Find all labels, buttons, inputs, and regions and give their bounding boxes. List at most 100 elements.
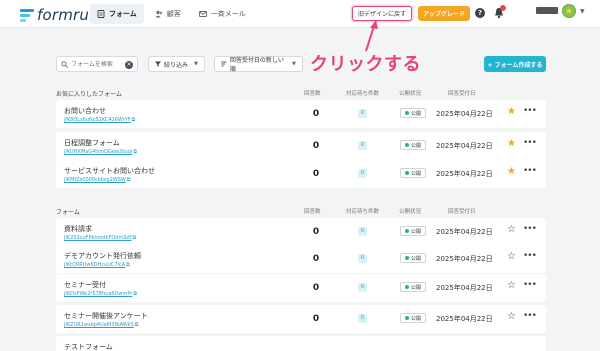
pending-count-badge[interactable]: 0 bbox=[358, 169, 367, 178]
pending-count-badge[interactable]: 0 bbox=[358, 254, 367, 263]
pending-count-badge[interactable]: 0 bbox=[358, 227, 367, 236]
external-link-icon[interactable]: ⧉ bbox=[133, 149, 137, 155]
response-date: 2025年04月22日 bbox=[436, 315, 493, 323]
star-icon[interactable]: ★ bbox=[507, 167, 516, 177]
table-row[interactable]: 資料請求 jIK2S3cuFPkhmdkFQdmSdf⧉ 0 0 公開 2025年04月2… bbox=[56, 218, 546, 246]
external-link-icon[interactable]: ⧉ bbox=[132, 235, 136, 241]
star-icon[interactable]: ☆ bbox=[507, 281, 516, 291]
table-row[interactable]: テストフォーム bbox=[56, 336, 546, 351]
search-input[interactable] bbox=[71, 60, 129, 68]
response-date: 2025年04月22日 bbox=[436, 110, 493, 118]
form-link[interactable]: jIKMfZz0000ckbsg2WSW⧉ bbox=[64, 177, 130, 183]
form-name[interactable]: テストフォーム bbox=[64, 342, 113, 351]
status-dot-icon bbox=[405, 316, 409, 320]
table-row[interactable]: お問い合わせ jIK8QLz6uNc52KC426WrYF⧉ 0 0 公開 2025年04… bbox=[56, 100, 546, 128]
status-label: 公開 bbox=[411, 170, 422, 177]
more-options-icon[interactable]: ••• bbox=[523, 138, 537, 148]
form-name[interactable]: デモアカウント発行依頼 bbox=[64, 251, 141, 261]
star-icon[interactable]: ☆ bbox=[507, 312, 516, 322]
response-count: 0 bbox=[312, 283, 320, 293]
table-row[interactable]: セミナー開催後アンケート jIKZUR1wsbp4UaM3TeAWkS⧉ 0 0 公開 2… bbox=[56, 305, 546, 333]
more-options-icon[interactable]: ••• bbox=[523, 251, 537, 261]
filter-label: 絞り込み bbox=[164, 61, 189, 69]
response-count: 0 bbox=[312, 169, 320, 179]
help-icon[interactable]: ? bbox=[475, 8, 485, 18]
tab-forms[interactable]: フォーム bbox=[90, 4, 144, 24]
create-form-button[interactable]: + フォーム作成する bbox=[484, 56, 546, 72]
pending-count-badge[interactable]: 0 bbox=[358, 283, 367, 292]
table-row[interactable]: サービスサイトお問い合わせ jIKMfZz0000ckbsg2WSW⧉ 0 0 公開 20… bbox=[56, 160, 546, 188]
form-link-text[interactable]: jIK2S3cuFPkhmdkFQdmSdf bbox=[64, 235, 131, 241]
more-options-icon[interactable]: ••• bbox=[523, 280, 537, 290]
form-link-text[interactable]: jIKZUR1wsbp4UaM3TeAWkS bbox=[64, 322, 134, 328]
form-link[interactable]: jIKUHXMaG4ttmOGew2ksqi⧉ bbox=[64, 149, 137, 155]
star-icon[interactable]: ★ bbox=[507, 139, 516, 149]
more-options-icon[interactable]: ••• bbox=[523, 224, 537, 234]
external-link-icon[interactable]: ⧉ bbox=[133, 291, 137, 297]
form-link-text[interactable]: jIKUHXMaG4ttmOGew2ksqi bbox=[64, 149, 132, 155]
status-label: 公開 bbox=[411, 110, 422, 117]
form-link[interactable]: jIK8QLz6uNc52KC426WrYF⧉ bbox=[64, 117, 135, 123]
external-link-icon[interactable]: ⧉ bbox=[132, 117, 136, 123]
response-date: 2025年04月22日 bbox=[436, 284, 493, 292]
status-dot-icon bbox=[405, 143, 409, 147]
upgrade-button[interactable]: アップグレード bbox=[418, 6, 471, 21]
col-responses-header: 回答数 bbox=[304, 91, 321, 97]
form-link-text[interactable]: jIKDsFWe2r578hua6DwmPr bbox=[64, 291, 132, 297]
form-link[interactable]: jIKDsFWe2r578hua6DwmPr⧉ bbox=[64, 291, 137, 297]
pending-count-badge[interactable]: 0 bbox=[358, 109, 367, 118]
form-link-text[interactable]: jIK8QLz6uNc52KC426WrYF bbox=[64, 117, 131, 123]
main-nav: フォーム 顧客 一斉メール bbox=[90, 4, 253, 24]
col-pending-header: 対応待ち件数 bbox=[346, 91, 380, 97]
star-icon[interactable]: ★ bbox=[507, 107, 516, 117]
external-link-icon[interactable]: ⧉ bbox=[135, 322, 139, 328]
response-count: 0 bbox=[312, 227, 320, 237]
search-box[interactable]: × bbox=[56, 56, 138, 72]
status-dot-icon bbox=[405, 285, 409, 289]
table-row[interactable]: 日程調整フォーム jIKUHXMaG4ttmOGew2ksqi⧉ 0 0 公開 2025年… bbox=[56, 132, 546, 160]
pending-count-badge[interactable]: 0 bbox=[358, 314, 367, 323]
col-pending-header: 対応待ち件数 bbox=[346, 209, 380, 215]
form-link[interactable]: jIKZUR1wsbp4UaM3TeAWkS⧉ bbox=[64, 322, 138, 328]
form-link[interactable]: jIK2S3cuFPkhmdkFQdmSdf⧉ bbox=[64, 235, 136, 241]
form-link-text[interactable]: jIKMfZz0000ckbsg2WSW bbox=[64, 177, 126, 183]
tab-forms-label: フォーム bbox=[109, 10, 137, 18]
filter-button[interactable]: 絞り込み ▼ bbox=[148, 56, 205, 72]
status-badge: 公開 bbox=[400, 108, 427, 118]
old-design-button[interactable]: 旧デザインに戻す bbox=[352, 6, 413, 21]
status-label: 公開 bbox=[411, 255, 422, 262]
forms-section-label: フォーム bbox=[56, 209, 80, 216]
form-name[interactable]: セミナー開催後アンケート bbox=[64, 311, 148, 321]
tab-mail[interactable]: 一斉メール bbox=[192, 4, 253, 24]
more-options-icon[interactable]: ••• bbox=[523, 166, 537, 176]
formrun-logo[interactable]: formrun bbox=[20, 6, 99, 24]
chevron-down-icon[interactable]: ▼ bbox=[580, 8, 585, 15]
more-options-icon[interactable]: ••• bbox=[523, 106, 537, 116]
sort-select[interactable]: 回答受付日の新しい順 ▼ bbox=[214, 56, 303, 73]
form-link-text[interactable]: jIKtQ9RUwKDHcuUC7lcA bbox=[64, 262, 125, 268]
col-responses-header: 回答数 bbox=[304, 209, 321, 215]
user-name[interactable] bbox=[536, 7, 558, 14]
status-label: 公開 bbox=[411, 315, 422, 322]
form-name[interactable]: お問い合わせ bbox=[64, 106, 106, 116]
form-name[interactable]: 日程調整フォーム bbox=[64, 138, 120, 148]
form-name[interactable]: サービスサイトお問い合わせ bbox=[64, 166, 155, 176]
clear-icon[interactable]: × bbox=[125, 60, 133, 69]
form-name[interactable]: 資料請求 bbox=[64, 224, 92, 234]
star-icon[interactable]: ☆ bbox=[507, 252, 516, 262]
pending-count-badge[interactable]: 0 bbox=[358, 141, 367, 150]
tab-customers[interactable]: 顧客 bbox=[148, 4, 188, 24]
table-row[interactable]: セミナー受付 jIKDsFWe2r578hua6DwmPr⧉ 0 0 公開 2025年04… bbox=[56, 274, 546, 302]
external-link-icon[interactable]: ⧉ bbox=[126, 262, 130, 268]
table-row[interactable]: デモアカウント発行依頼 jIKtQ9RUwKDHcuUC7lcA⧉ 0 0 公開 2025… bbox=[56, 245, 546, 273]
external-link-icon[interactable]: ⧉ bbox=[127, 177, 131, 183]
status-badge: 公開 bbox=[400, 253, 427, 263]
more-options-icon[interactable]: ••• bbox=[523, 311, 537, 321]
logo-mark-icon bbox=[20, 8, 34, 22]
status-badge: 公開 bbox=[400, 226, 427, 236]
form-name[interactable]: セミナー受付 bbox=[64, 280, 106, 290]
status-dot-icon bbox=[405, 256, 409, 260]
star-icon[interactable]: ☆ bbox=[507, 225, 516, 235]
form-link[interactable]: jIKtQ9RUwKDHcuUC7lcA⧉ bbox=[64, 262, 130, 268]
avatar[interactable] bbox=[562, 4, 576, 18]
